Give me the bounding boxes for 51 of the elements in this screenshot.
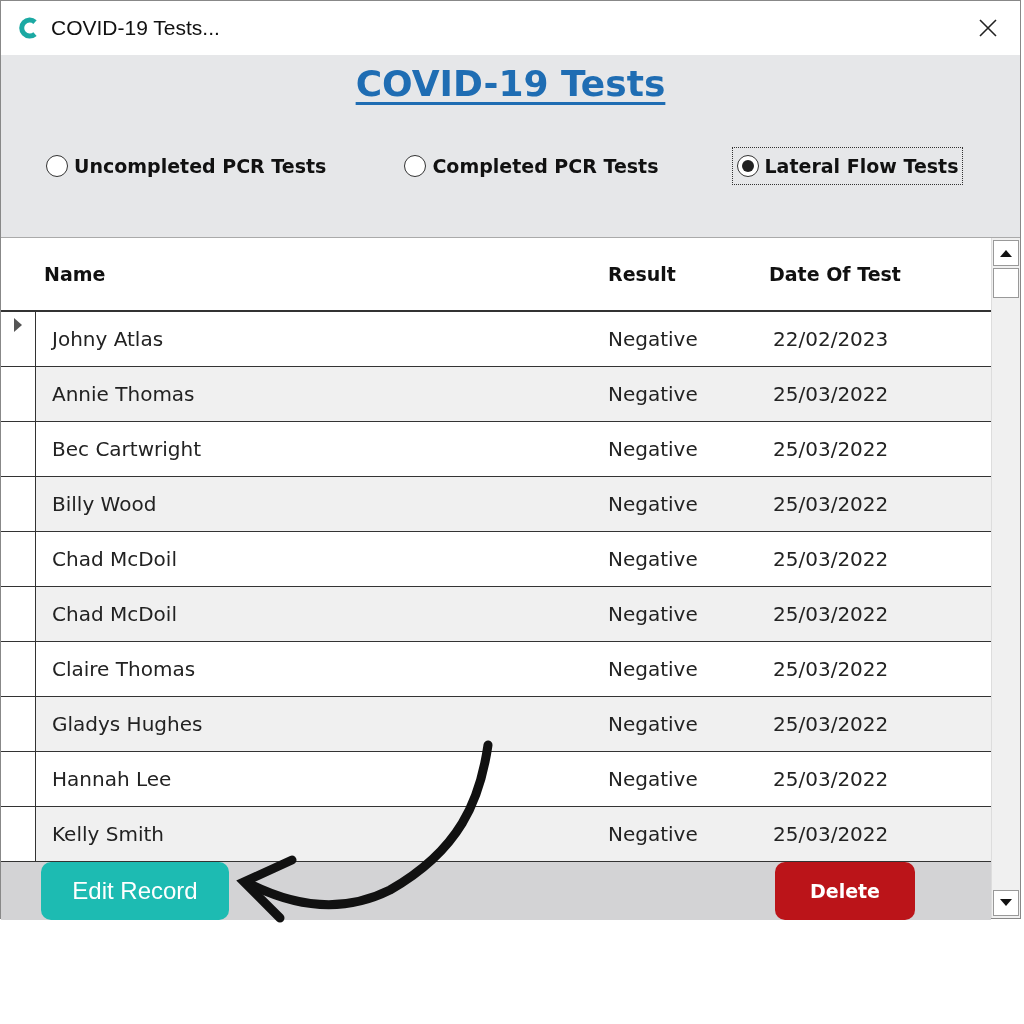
row-selector[interactable] [1,587,36,642]
column-header[interactable]: Name [44,259,106,289]
table-cell-text: Chad McDoil [52,546,177,573]
table-cell-text: Claire Thomas [52,656,196,683]
table-cell-text: Negative [608,821,698,848]
table-cell-text: Chad McDoil [52,601,177,628]
row-selector[interactable] [1,477,36,532]
table-cell-text: Negative [608,656,698,683]
page-heading: COVID-19 Tests [354,62,667,106]
table-cell-text: Annie Thomas [52,381,195,408]
column-header[interactable]: Result [608,259,676,289]
app-logo-icon [19,17,39,39]
radio-option[interactable]: Uncompleted PCR Tests [41,147,332,185]
table-cell-text: 25/03/2022 [773,656,889,683]
scrollbar-thumb[interactable] [993,268,1019,298]
table-cell-text: 25/03/2022 [773,821,889,848]
table-cell-text: Negative [608,546,698,573]
table-cell-text: Negative [608,491,698,518]
table-cell-text: Bec Cartwright [52,436,201,463]
table-cell-text: Negative [608,711,698,738]
window-title: COVID-19 Tests... [51,15,220,42]
table-cell-text: 25/03/2022 [773,546,889,573]
scroll-down-button[interactable] [993,890,1019,916]
current-row-icon [14,318,22,332]
table-cell-text: 25/03/2022 [773,436,889,463]
column-header[interactable]: Date Of Test [769,259,901,289]
table-cell-text: 22/02/2023 [773,326,889,353]
table-cell-text: Negative [608,766,698,793]
table-cell-text: 25/03/2022 [773,381,889,408]
scroll-up-button[interactable] [993,240,1019,266]
radio-option[interactable]: Lateral Flow Tests [731,147,964,185]
table-cell-text: Negative [608,381,698,408]
table-cell-text: 25/03/2022 [773,601,889,628]
table-cell-text: 25/03/2022 [773,491,889,518]
table-cell-text: Hannah Lee [52,766,172,793]
up-arrow-icon [1000,249,1012,257]
table-cell-text: Gladys Hughes [52,711,203,738]
table-cell-text: Kelly Smith [52,821,164,848]
row-selector[interactable] [1,697,36,752]
table-cell-text: Billy Wood [52,491,157,518]
table-cell-text: Negative [608,326,698,353]
row-selector[interactable] [1,367,36,422]
delete-button[interactable]: Delete [775,862,915,920]
table-cell-text: 25/03/2022 [773,711,889,738]
row-selector[interactable] [1,807,36,862]
table-cell-text: Negative [608,436,698,463]
down-arrow-icon [1000,899,1012,907]
radio-option[interactable]: Completed PCR Tests [399,147,664,185]
table-cell-text: Negative [608,601,698,628]
table-cell-text: 25/03/2022 [773,766,889,793]
table-cell-text: Johny Atlas [52,326,164,353]
